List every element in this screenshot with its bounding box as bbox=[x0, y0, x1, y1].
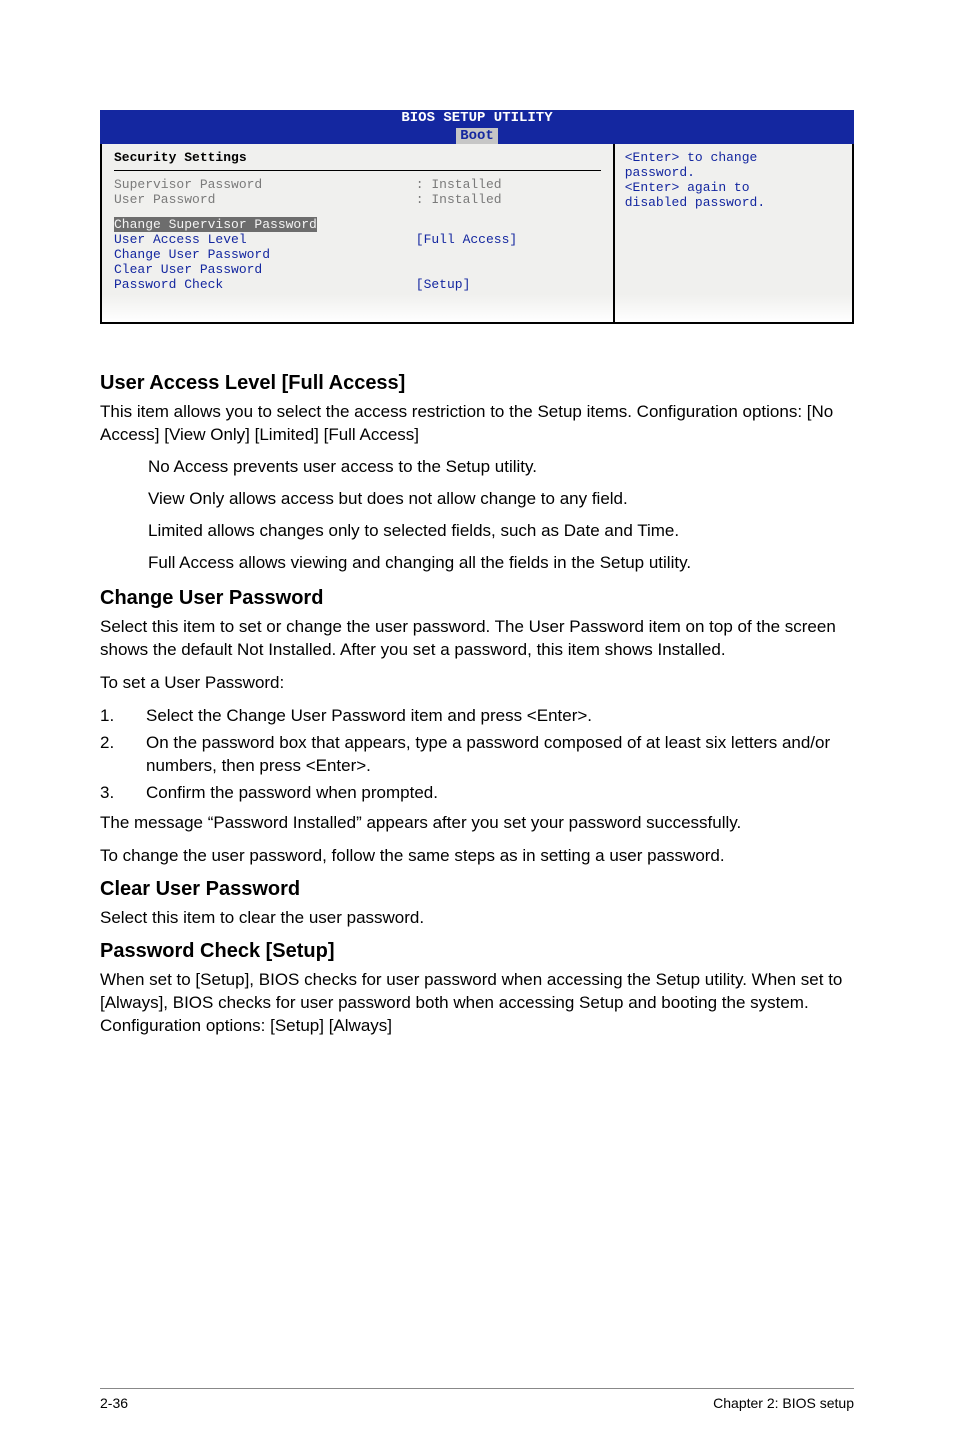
bios-tab-row: Boot bbox=[100, 126, 854, 144]
ual-no-access: No Access prevents user access to the Se… bbox=[148, 457, 854, 477]
page-footer: 2-36 Chapter 2: BIOS setup bbox=[0, 1388, 954, 1411]
bios-user-access-label[interactable]: User Access Level bbox=[114, 232, 247, 247]
bios-pw-check-value: [Setup] bbox=[416, 277, 471, 292]
bios-change-user-pw[interactable]: Change User Password bbox=[114, 247, 270, 262]
paragraph-cup-3: The message “Password Installed” appears… bbox=[100, 812, 854, 835]
bios-clear-user-pw[interactable]: Clear User Password bbox=[114, 262, 262, 277]
step-2: 2. On the password box that appears, typ… bbox=[100, 732, 854, 778]
bios-userpw-value: : Installed bbox=[416, 192, 502, 207]
bios-help-line-3: <Enter> again to bbox=[625, 180, 842, 195]
heading-password-check: Password Check [Setup] bbox=[100, 940, 854, 963]
step-2-number: 2. bbox=[100, 732, 146, 778]
footer-page-number: 2-36 bbox=[100, 1395, 128, 1411]
bios-supervisor-label: Supervisor Password bbox=[114, 177, 262, 192]
steps-list: 1. Select the Change User Password item … bbox=[100, 705, 854, 805]
step-1-number: 1. bbox=[100, 705, 146, 728]
bios-divider bbox=[114, 170, 601, 171]
heading-user-access-level: User Access Level [Full Access] bbox=[100, 372, 854, 395]
ual-limited: Limited allows changes only to selected … bbox=[148, 521, 854, 541]
bios-title-bar: BIOS SETUP UTILITY bbox=[100, 110, 854, 126]
step-3: 3. Confirm the password when prompted. bbox=[100, 782, 854, 805]
bios-supervisor-value: : Installed bbox=[416, 177, 502, 192]
bios-help-line-1: <Enter> to change bbox=[625, 150, 842, 165]
step-1: 1. Select the Change User Password item … bbox=[100, 705, 854, 728]
step-2-text: On the password box that appears, type a… bbox=[146, 732, 854, 778]
bios-left-pane: Security Settings Supervisor Password : … bbox=[100, 144, 613, 324]
bios-userpw-label: User Password bbox=[114, 192, 215, 207]
bios-help-line-2: password. bbox=[625, 165, 842, 180]
paragraph-ual-1: This item allows you to select the acces… bbox=[100, 401, 854, 447]
heading-change-user-password: Change User Password bbox=[100, 587, 854, 610]
bios-user-access-value: [Full Access] bbox=[416, 232, 517, 247]
step-3-text: Confirm the password when prompted. bbox=[146, 782, 854, 805]
step-3-number: 3. bbox=[100, 782, 146, 805]
bios-help-line-4: disabled password. bbox=[625, 195, 842, 210]
bios-tab-boot: Boot bbox=[456, 128, 498, 144]
ual-view-only: View Only allows access but does not all… bbox=[148, 489, 854, 509]
paragraph-cup-1: Select this item to set or change the us… bbox=[100, 616, 854, 662]
bios-help-pane: <Enter> to change password. <Enter> agai… bbox=[613, 144, 854, 324]
step-1-text: Select the Change User Password item and… bbox=[146, 705, 854, 728]
ual-options-block: No Access prevents user access to the Se… bbox=[100, 457, 854, 573]
bios-screenshot: BIOS SETUP UTILITY Boot Security Setting… bbox=[100, 110, 854, 324]
paragraph-clup-1: Select this item to clear the user passw… bbox=[100, 907, 854, 930]
bios-section-title: Security Settings bbox=[114, 150, 601, 168]
paragraph-cup-4: To change the user password, follow the … bbox=[100, 845, 854, 868]
heading-clear-user-password: Clear User Password bbox=[100, 878, 854, 901]
ual-full: Full Access allows viewing and changing … bbox=[148, 553, 854, 573]
bios-change-supervisor[interactable]: Change Supervisor Password bbox=[114, 217, 317, 232]
footer-chapter: Chapter 2: BIOS setup bbox=[713, 1395, 854, 1411]
bios-pw-check-label[interactable]: Password Check bbox=[114, 277, 223, 292]
paragraph-pwc-1: When set to [Setup], BIOS checks for use… bbox=[100, 969, 854, 1038]
paragraph-cup-2: To set a User Password: bbox=[100, 672, 854, 695]
